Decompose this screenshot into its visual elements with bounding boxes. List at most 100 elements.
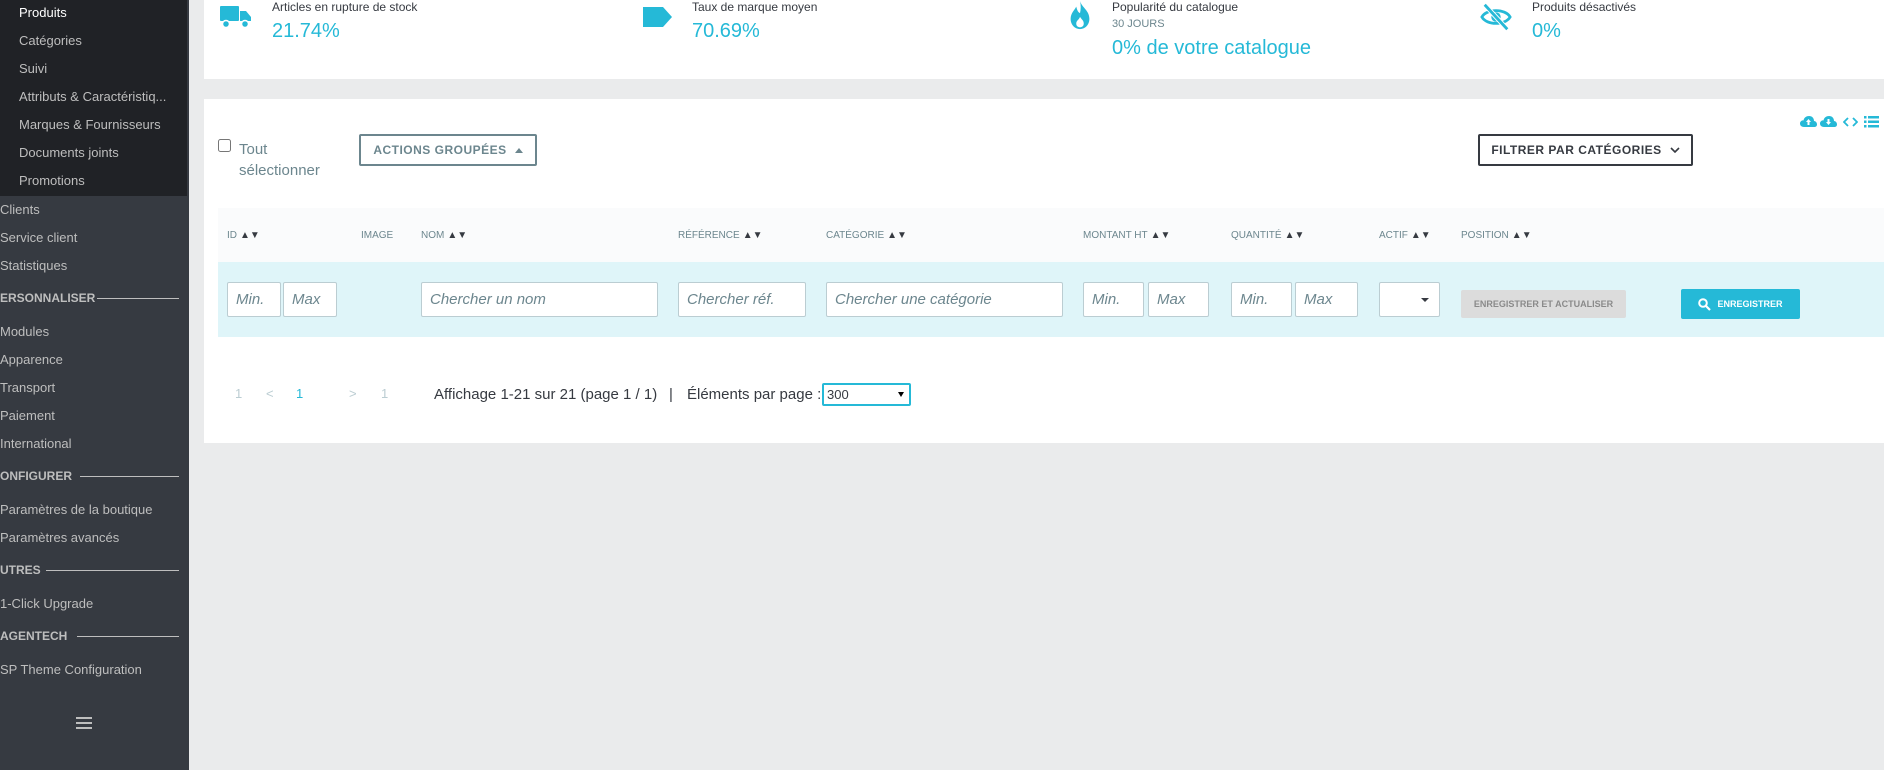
kpi-label: Popularité du catalogue <box>1112 0 1239 14</box>
kpi-label: Produits désactivés <box>1532 0 1637 14</box>
col-active[interactable]: ACTIF ▲▼ <box>1379 230 1431 241</box>
menu-toggle-icon[interactable] <box>76 717 92 729</box>
filter-row: ENREGISTRER ET ACTUALISER ENREGISTRER <box>218 262 1884 337</box>
kpi-label: Taux de marque moyen <box>692 0 818 14</box>
col-position[interactable]: POSITION ▲▼ <box>1461 230 1532 241</box>
col-category[interactable]: CATÉGORIE ▲▼ <box>826 230 907 241</box>
panel-toolbar-icons <box>1800 115 1884 129</box>
bulk-actions-label: ACTIONS GROUPÉES <box>373 143 507 157</box>
list-icon[interactable] <box>1864 116 1879 128</box>
sidebar-item-service-client[interactable]: Service client <box>0 230 77 245</box>
submenu-item-marques[interactable]: Marques & Fournisseurs <box>19 117 161 132</box>
sort-icon: ▲▼ <box>1511 230 1532 241</box>
sort-icon: ▲▼ <box>1410 230 1431 241</box>
truck-icon <box>220 6 251 29</box>
section-divider <box>80 476 179 477</box>
submenu-item-produits[interactable]: Produits <box>19 5 67 20</box>
id-min-input[interactable] <box>227 282 281 317</box>
sort-icon: ▲▼ <box>1150 230 1171 241</box>
flame-icon <box>1070 0 1090 30</box>
quantity-max-input[interactable] <box>1295 282 1358 317</box>
sidebar-item-paiement[interactable]: Paiement <box>0 408 55 423</box>
price-min-input[interactable] <box>1083 282 1144 317</box>
kpi-label: Articles en rupture de stock <box>272 0 418 14</box>
section-divider <box>97 298 179 299</box>
filter-categories-label: FILTRER PAR CATÉGORIES <box>1491 143 1662 157</box>
sidebar-item-international[interactable]: International <box>0 436 72 451</box>
filter-categories-button[interactable]: FILTRER PAR CATÉGORIES <box>1478 134 1693 166</box>
col-reference[interactable]: RÉFÉRENCE ▲▼ <box>678 230 762 241</box>
active-filter-select[interactable] <box>1379 282 1440 317</box>
save-button[interactable]: ENREGISTRER <box>1681 289 1800 319</box>
catalog-submenu: Produits Catégories Suivi Attributs & Ca… <box>0 0 187 196</box>
cloud-download-icon[interactable] <box>1820 115 1837 129</box>
caret-down-icon <box>1421 298 1429 302</box>
table-header: ID ▲▼ IMAGE NOM ▲▼ RÉFÉRENCE ▲▼ CATÉGORIE ▲▼… <box>218 208 1884 262</box>
col-id[interactable]: ID ▲▼ <box>227 230 260 241</box>
page-first[interactable]: 1 <box>235 386 242 401</box>
section-divider <box>46 570 179 571</box>
sidebar-item-transport[interactable]: Transport <box>0 380 55 395</box>
products-panel: Tout sélectionner ACTIONS GROUPÉES FILTR… <box>204 99 1884 443</box>
per-page-label: Éléments par page : <box>687 386 822 403</box>
section-divider <box>77 636 179 637</box>
caret-down-icon <box>898 392 904 397</box>
id-max-input[interactable] <box>283 282 337 317</box>
save-refresh-button[interactable]: ENREGISTRER ET ACTUALISER <box>1461 290 1626 318</box>
sidebar-item-sp-theme[interactable]: SP Theme Configuration <box>0 662 142 677</box>
sidebar-item-apparence[interactable]: Apparence <box>0 352 63 367</box>
sort-icon: ▲▼ <box>240 230 260 241</box>
submenu-item-attributs[interactable]: Attributs & Caractéristiq... <box>19 89 166 104</box>
sidebar-item-parametres-boutique[interactable]: Paramètres de la boutique <box>0 502 152 517</box>
sidebar-item-statistiques[interactable]: Statistiques <box>0 258 67 273</box>
price-max-input[interactable] <box>1148 282 1209 317</box>
pagination-info: Affichage 1-21 sur 21 (page 1 / 1) <box>434 386 658 403</box>
sidebar-item-clients[interactable]: Clients <box>0 202 40 217</box>
select-all-checkbox[interactable] <box>218 139 231 152</box>
kpi-value: 0% de votre catalogue <box>1112 37 1312 59</box>
submenu-item-suivi[interactable]: Suivi <box>19 61 47 76</box>
section-autres: UTRES <box>0 563 41 577</box>
caret-up-icon <box>514 147 523 153</box>
col-price[interactable]: MONTANT HT ▲▼ <box>1083 230 1170 241</box>
sidebar-item-1-click-upgrade[interactable]: 1-Click Upgrade <box>0 596 93 611</box>
kpi-value: 0% <box>1532 20 1561 42</box>
col-image: IMAGE <box>361 230 394 241</box>
sort-icon: ▲▼ <box>742 230 763 241</box>
pagination: 1 < 1 > 1 Affichage 1-21 sur 21 (page 1 … <box>218 382 1118 408</box>
kpi-value: 70.69% <box>692 20 760 42</box>
kpi-period: 30 JOURS <box>1112 18 1165 30</box>
sort-icon: ▲▼ <box>1284 230 1305 241</box>
section-personnaliser: ERSONNALISER <box>0 291 96 305</box>
page-next[interactable]: > <box>349 386 357 401</box>
eye-off-icon <box>1480 3 1512 31</box>
save-label: ENREGISTRER <box>1717 299 1783 309</box>
quantity-min-input[interactable] <box>1231 282 1292 317</box>
submenu-item-documents[interactable]: Documents joints <box>19 145 119 160</box>
pagination-separator: | <box>669 386 673 403</box>
tag-icon <box>643 7 672 27</box>
per-page-select[interactable]: 300 <box>822 383 911 406</box>
col-name[interactable]: NOM ▲▼ <box>421 230 467 241</box>
reference-filter-input[interactable] <box>678 282 806 317</box>
bulk-actions-button[interactable]: ACTIONS GROUPÉES <box>359 134 537 166</box>
col-quantity[interactable]: QUANTITÉ ▲▼ <box>1231 230 1304 241</box>
sidebar-item-parametres-avances[interactable]: Paramètres avancés <box>0 530 119 545</box>
name-filter-input[interactable] <box>421 282 658 317</box>
page-last[interactable]: 1 <box>381 386 388 401</box>
kpi-value: 21.74% <box>272 20 340 42</box>
cloud-upload-icon[interactable] <box>1800 115 1817 129</box>
page-prev[interactable]: < <box>266 386 274 401</box>
category-filter-input[interactable] <box>826 282 1063 317</box>
chevron-down-icon <box>1670 147 1680 153</box>
select-all-label[interactable]: Tout sélectionner <box>239 139 339 181</box>
section-configurer: ONFIGURER <box>0 469 72 483</box>
search-icon <box>1698 297 1712 311</box>
submenu-item-categories[interactable]: Catégories <box>19 33 82 48</box>
submenu-item-promotions[interactable]: Promotions <box>19 173 85 188</box>
code-icon[interactable] <box>1843 116 1858 128</box>
sidebar-item-modules[interactable]: Modules <box>0 324 49 339</box>
page-current[interactable]: 1 <box>296 386 303 401</box>
sort-icon: ▲▼ <box>447 230 468 241</box>
section-agentech: AGENTECH <box>0 629 68 643</box>
